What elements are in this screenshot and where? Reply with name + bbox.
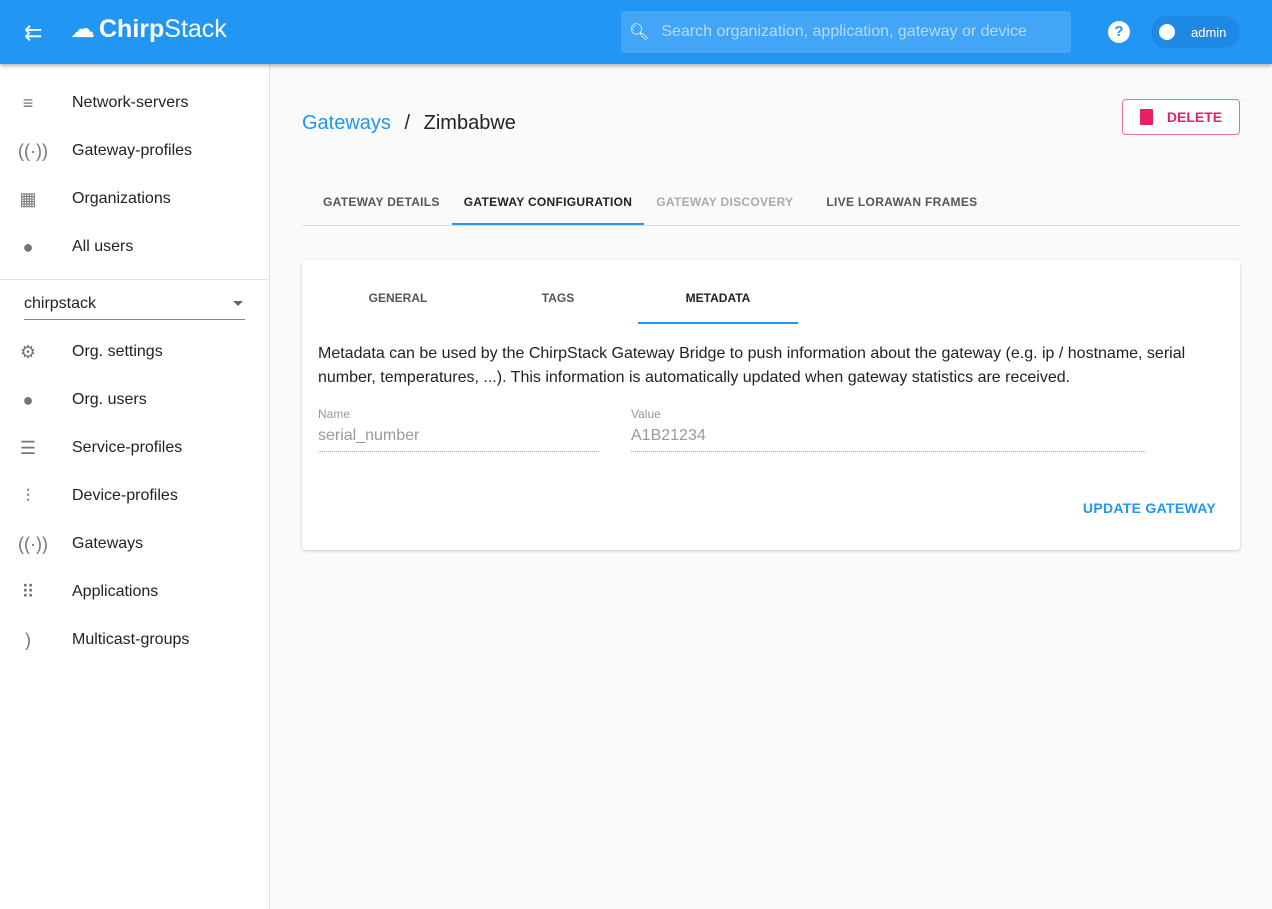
- tab-gateway-discovery[interactable]: GATEWAY DISCOVERY: [644, 178, 805, 225]
- sidebar-item-gateways[interactable]: ((·)) Gateways: [0, 520, 269, 568]
- applications-icon: ⠿: [21, 582, 35, 602]
- breadcrumb-gateways-link[interactable]: Gateways: [302, 112, 391, 134]
- all-users-icon: ●: [22, 237, 34, 257]
- sidebar-item-all-users[interactable]: ● All users: [0, 223, 269, 271]
- name-field: Name: [318, 407, 599, 452]
- sidebar-item-label: Network-servers: [72, 94, 189, 111]
- sidebar-item-label: Gateways: [72, 535, 144, 552]
- tab-live-lorawan-frames[interactable]: LIVE LORAWAN FRAMES: [805, 178, 989, 225]
- sidebar-item-org-settings[interactable]: ⚙ Org. settings: [0, 328, 269, 376]
- collapse-menu-icon[interactable]: ⇇: [24, 20, 42, 46]
- sidebar-item-gateway-profiles[interactable]: ((·)) Gateway-profiles: [0, 127, 269, 175]
- organizations-icon: ▦: [19, 189, 37, 209]
- sidebar-item-label: Device-profiles: [72, 487, 178, 504]
- sidebar-item-org-users[interactable]: ● Org. users: [0, 376, 269, 424]
- update-gateway-button[interactable]: UPDATE GATEWAY: [1083, 500, 1216, 516]
- value-field: Value: [631, 407, 1146, 452]
- gateway-tabs: GATEWAY DETAILS GATEWAY CONFIGURATION GA…: [302, 178, 1240, 226]
- sidebar-item-label: All users: [72, 238, 134, 255]
- account-icon: [1159, 24, 1175, 40]
- help-icon[interactable]: ?: [1108, 21, 1130, 43]
- search-box[interactable]: 🔍︎: [621, 11, 1071, 53]
- tab-gateway-configuration[interactable]: GATEWAY CONFIGURATION: [451, 178, 645, 225]
- delete-button[interactable]: DELETE: [1122, 99, 1240, 135]
- tab-metadata[interactable]: METADATA: [638, 260, 798, 324]
- search-input[interactable]: [661, 23, 1062, 41]
- trash-icon: [1139, 109, 1153, 125]
- metadata-description: Metadata can be used by the ChirpStack G…: [318, 345, 1186, 386]
- sidebar-item-label: Org. settings: [72, 343, 163, 360]
- tab-tags[interactable]: TAGS: [478, 260, 638, 324]
- multicast-groups-icon: ): [25, 630, 31, 650]
- sidebar-item-network-servers[interactable]: ≡ Network-servers: [0, 79, 269, 127]
- chevron-down-icon: [233, 301, 243, 311]
- top-bar: ⇇ ☁ ChirpStack 🔍︎ ? admin: [0, 0, 1272, 64]
- sidebar-item-label: Multicast-groups: [72, 631, 190, 648]
- sidebar-item-device-profiles[interactable]: ⫶ Device-profiles: [0, 472, 269, 520]
- sidebar: ≡ Network-servers ((·)) Gateway-profiles ▦ Or…: [0, 64, 270, 909]
- cloud-icon: ☁: [70, 15, 95, 43]
- device-profiles-icon: ⫶: [25, 486, 31, 506]
- sidebar-item-label: Applications: [72, 583, 159, 600]
- org-users-icon: ●: [22, 390, 34, 410]
- organization-select[interactable]: chirpstack: [24, 288, 245, 320]
- tab-gateway-details[interactable]: GATEWAY DETAILS: [302, 178, 452, 225]
- sidebar-item-applications[interactable]: ⠿ Applications: [0, 568, 269, 616]
- user-menu-button[interactable]: admin: [1151, 16, 1240, 48]
- configuration-card: GENERAL TAGS METADATA Metadata can be us…: [302, 260, 1240, 550]
- sidebar-item-label: Organizations: [72, 190, 171, 207]
- divider: [0, 279, 269, 280]
- sidebar-item-label: Service-profiles: [72, 439, 183, 456]
- page-title: Zimbabwe: [423, 112, 516, 134]
- sidebar-item-label: Org. users: [72, 391, 147, 408]
- tab-general[interactable]: GENERAL: [318, 260, 478, 324]
- chirpstack-logo[interactable]: ☁ ChirpStack: [70, 14, 227, 44]
- sidebar-item-label: Gateway-profiles: [72, 142, 193, 159]
- sidebar-item-multicast-groups[interactable]: ) Multicast-groups: [0, 616, 269, 664]
- network-servers-icon: ≡: [22, 93, 34, 113]
- sidebar-item-organizations[interactable]: ▦ Organizations: [0, 175, 269, 223]
- gateway-profiles-icon: ((·)): [18, 141, 48, 161]
- service-profiles-icon: ☰: [19, 438, 37, 458]
- sidebar-item-service-profiles[interactable]: ☰ Service-profiles: [0, 424, 269, 472]
- gateways-icon: ((·)): [18, 534, 48, 554]
- org-settings-icon: ⚙: [19, 342, 37, 362]
- name-input[interactable]: [318, 421, 599, 452]
- breadcrumb: Gateways / Zimbabwe: [302, 112, 516, 134]
- search-icon: 🔍︎: [629, 24, 650, 41]
- value-input[interactable]: [631, 421, 1146, 452]
